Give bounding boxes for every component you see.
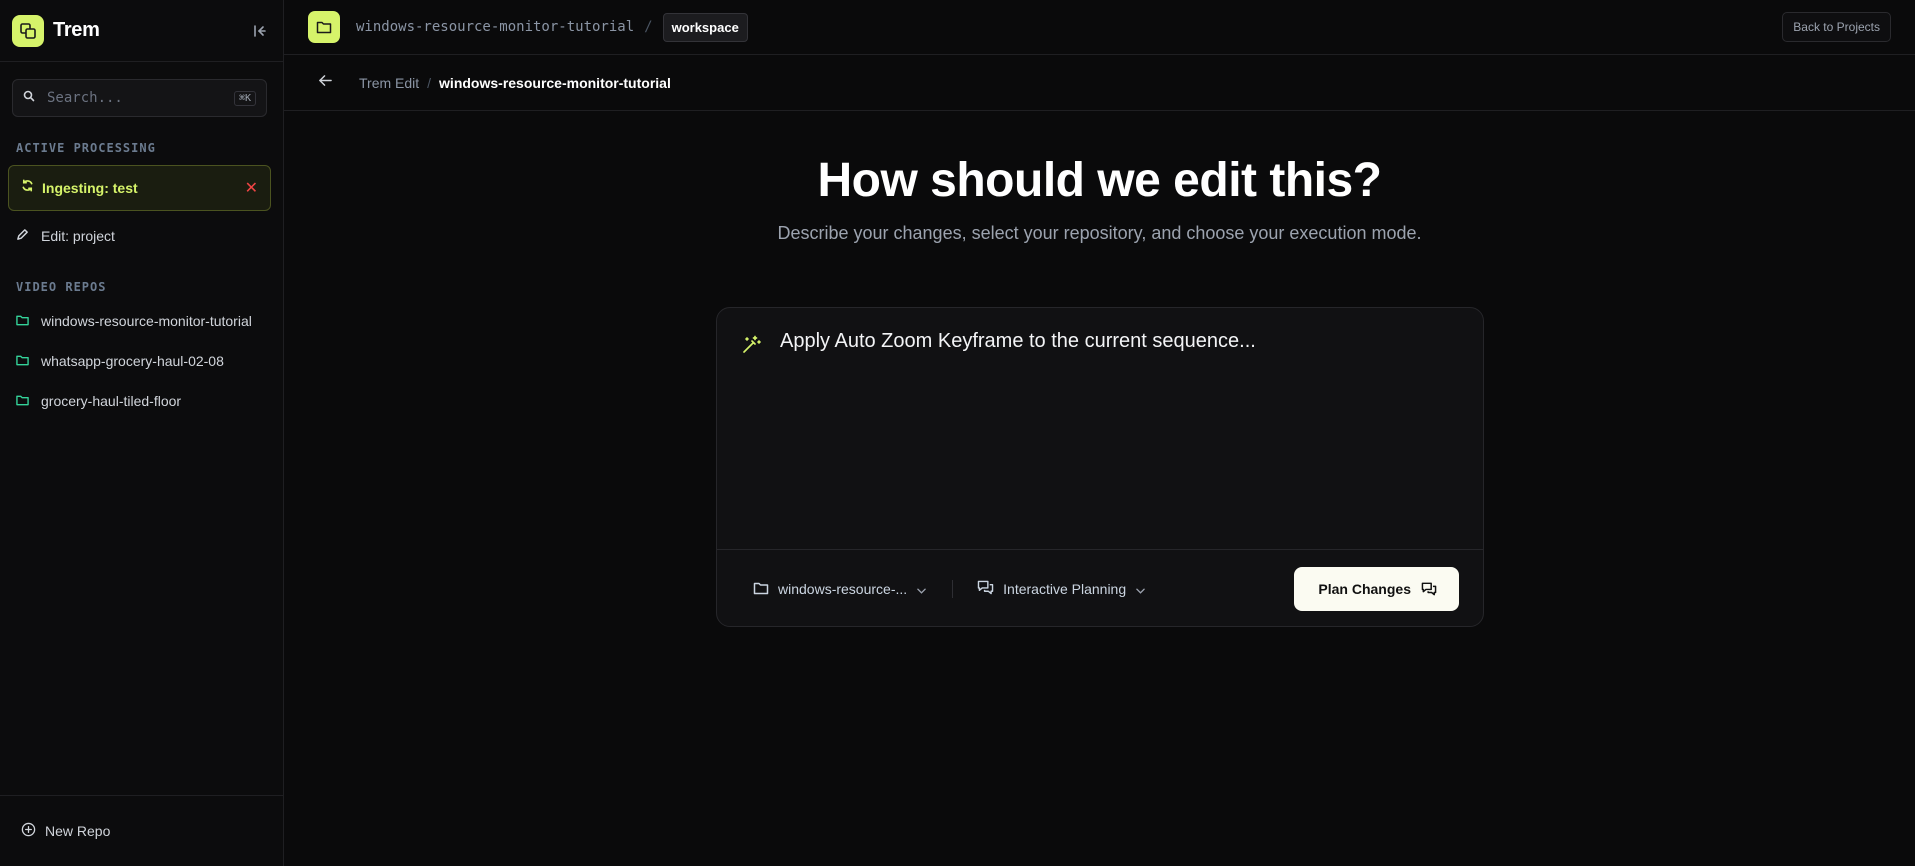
pencil-icon bbox=[16, 228, 29, 244]
project-path[interactable]: windows-resource-monitor-tutorial bbox=[356, 19, 634, 35]
chevron-down-icon bbox=[1136, 581, 1145, 597]
execution-mode-value: Interactive Planning bbox=[1003, 581, 1127, 597]
plan-changes-button[interactable]: Plan Changes bbox=[1294, 567, 1459, 611]
repository-select[interactable]: windows-resource-... bbox=[753, 581, 926, 598]
video-repos-label: VIDEO REPOS bbox=[16, 280, 107, 294]
back-to-projects-button[interactable]: Back to Projects bbox=[1782, 12, 1891, 42]
new-repo-label: New Repo bbox=[45, 823, 111, 839]
page-subtitle: Describe your changes, select your repos… bbox=[777, 223, 1422, 243]
repo-name: whatsapp-grocery-haul-02-08 bbox=[41, 353, 224, 369]
repository-select-value: windows-resource-... bbox=[778, 581, 908, 597]
composer-toolbar: windows-resource-... Interactive Plannin… bbox=[717, 550, 1483, 626]
cancel-processing-icon[interactable]: ✕ bbox=[245, 178, 258, 198]
edit-prompt-input[interactable] bbox=[780, 330, 1460, 530]
breadcrumb-parent[interactable]: Trem Edit bbox=[359, 75, 419, 91]
sidebar: Trem ⌘K ACTIVE PROCESSING bbox=[0, 0, 284, 866]
active-item-label: Ingesting: test bbox=[42, 180, 138, 196]
plus-circle-icon bbox=[21, 822, 36, 840]
brand-name: Trem bbox=[53, 19, 100, 41]
composer-input-area bbox=[717, 308, 1483, 550]
folder-icon bbox=[16, 393, 29, 409]
search-shortcut-badge: ⌘K bbox=[233, 90, 256, 106]
folder-icon bbox=[753, 581, 769, 598]
execution-mode-select[interactable]: Interactive Planning bbox=[977, 580, 1145, 598]
main-content: windows-resource-monitor-tutorial / work… bbox=[284, 0, 1915, 866]
page-title: How should we edit this? bbox=[817, 154, 1383, 207]
search-box[interactable]: ⌘K bbox=[12, 79, 267, 117]
workspace-badge: workspace bbox=[662, 12, 748, 42]
collapse-sidebar-icon[interactable] bbox=[249, 20, 271, 42]
app-logo-icon[interactable] bbox=[12, 14, 44, 47]
top-bar: windows-resource-monitor-tutorial / work… bbox=[284, 0, 1915, 55]
search-input[interactable] bbox=[47, 90, 207, 106]
repo-name: windows-resource-monitor-tutorial bbox=[41, 313, 252, 329]
toolbar-divider bbox=[952, 580, 954, 598]
edit-project-item[interactable]: Edit: project bbox=[16, 228, 271, 244]
breadcrumb: Trem Edit / windows-resource-monitor-tut… bbox=[284, 55, 1915, 111]
search-icon bbox=[23, 89, 35, 107]
new-repo-button[interactable]: New Repo bbox=[0, 795, 283, 866]
folder-icon bbox=[16, 313, 29, 329]
repo-item[interactable]: windows-resource-monitor-tutorial bbox=[16, 313, 271, 329]
sync-icon bbox=[21, 179, 34, 197]
chat-bubbles-icon bbox=[1421, 582, 1437, 596]
repo-name: grocery-haul-tiled-floor bbox=[41, 393, 182, 409]
active-processing-item[interactable]: Ingesting: test ✕ bbox=[8, 165, 271, 211]
sidebar-header: Trem bbox=[0, 0, 283, 62]
breadcrumb-current: windows-resource-monitor-tutorial bbox=[439, 74, 671, 91]
plan-changes-label: Plan Changes bbox=[1318, 581, 1411, 597]
breadcrumb-separator: / bbox=[427, 74, 432, 91]
folder-icon bbox=[16, 353, 29, 369]
repo-item[interactable]: whatsapp-grocery-haul-02-08 bbox=[16, 353, 271, 369]
magic-wand-icon bbox=[741, 335, 761, 360]
edit-project-label: Edit: project bbox=[41, 228, 115, 244]
back-arrow-icon[interactable] bbox=[318, 74, 333, 92]
active-processing-label: ACTIVE PROCESSING bbox=[16, 141, 156, 155]
path-separator: / bbox=[644, 19, 653, 35]
repo-item[interactable]: grocery-haul-tiled-floor bbox=[16, 393, 271, 409]
chat-bubbles-icon bbox=[977, 580, 994, 598]
chevron-down-icon bbox=[917, 581, 926, 597]
edit-composer: windows-resource-... Interactive Plannin… bbox=[716, 307, 1484, 627]
folder-badge-icon bbox=[308, 11, 340, 43]
app-root: Trem ⌘K ACTIVE PROCESSING bbox=[0, 0, 1915, 866]
